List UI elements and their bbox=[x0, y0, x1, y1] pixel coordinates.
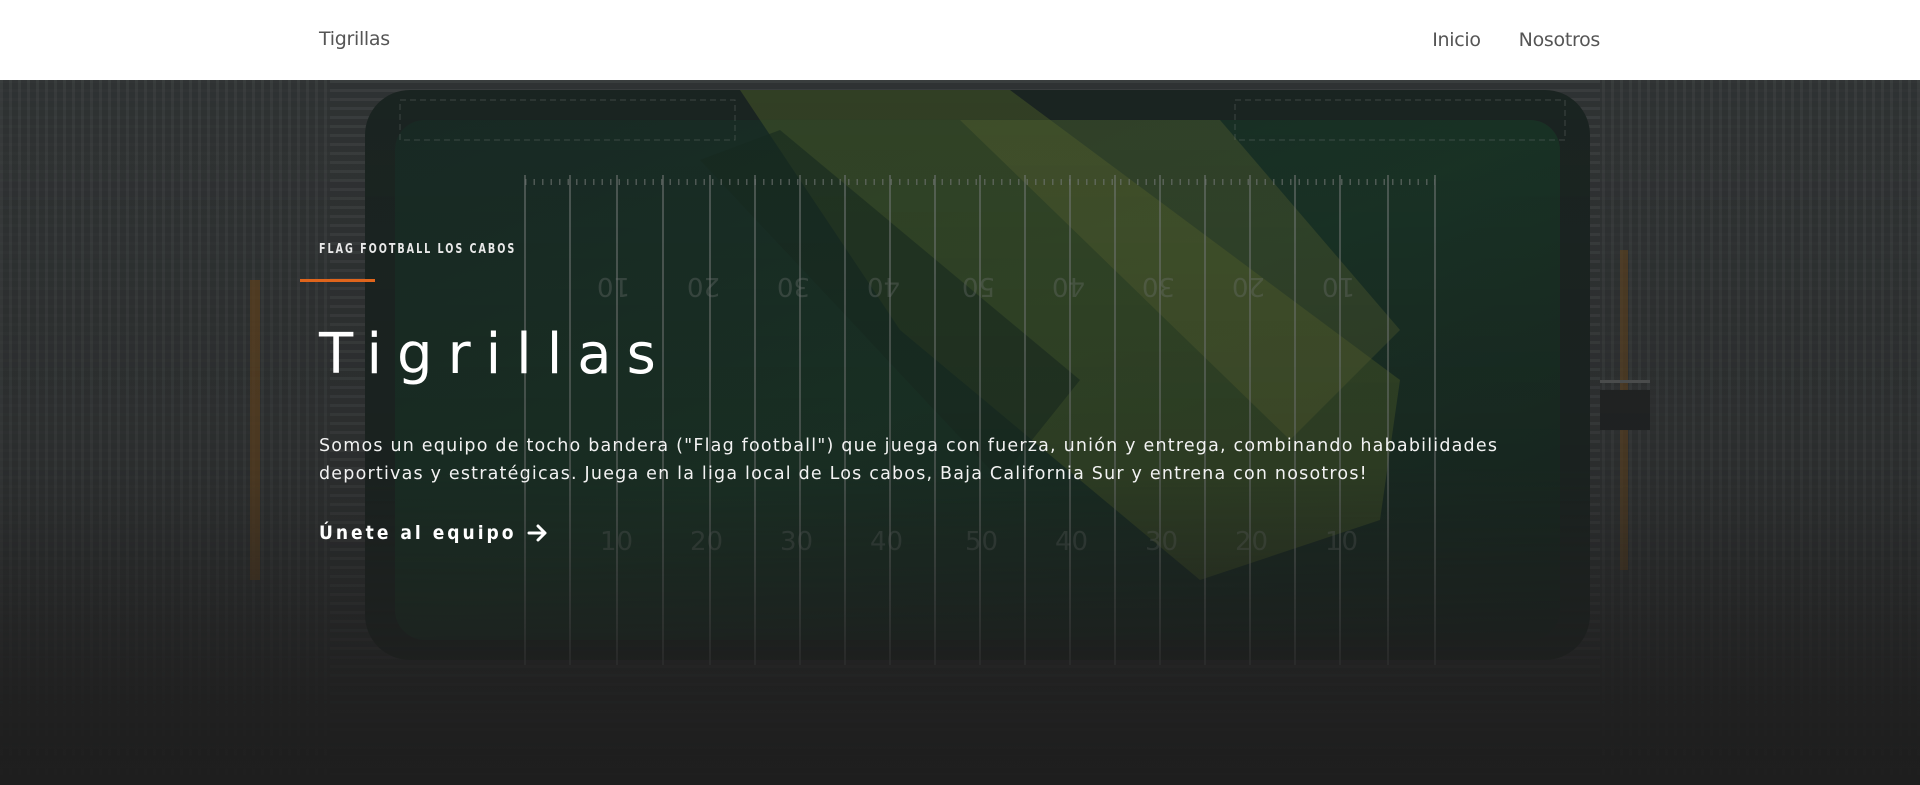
brand-link[interactable]: Tigrillas bbox=[319, 28, 390, 50]
nav-link-nosotros[interactable]: Nosotros bbox=[1519, 29, 1601, 51]
hero-description: Somos un equipo de tocho bandera ("Flag … bbox=[319, 436, 1499, 484]
navbar: Tigrillas Inicio Nosotros bbox=[0, 0, 1920, 80]
arrow-right-icon bbox=[527, 524, 547, 542]
nav-links: Inicio Nosotros bbox=[1432, 29, 1600, 51]
hero-eyebrow: FLAG FOOTBALL LOS CABOS bbox=[319, 242, 517, 257]
hero-title: Tigrillas bbox=[319, 322, 671, 387]
eyebrow-accent-line bbox=[300, 279, 375, 282]
hero-content: FLAG FOOTBALL LOS CABOS Tigrillas Somos … bbox=[300, 80, 1609, 785]
join-team-label: Únete al equipo bbox=[319, 522, 517, 544]
nav-link-inicio[interactable]: Inicio bbox=[1432, 29, 1481, 51]
hero-section: 10 20 30 40 50 40 30 20 10 10 20 30 40 5… bbox=[0, 80, 1920, 785]
join-team-link[interactable]: Únete al equipo bbox=[319, 522, 549, 544]
